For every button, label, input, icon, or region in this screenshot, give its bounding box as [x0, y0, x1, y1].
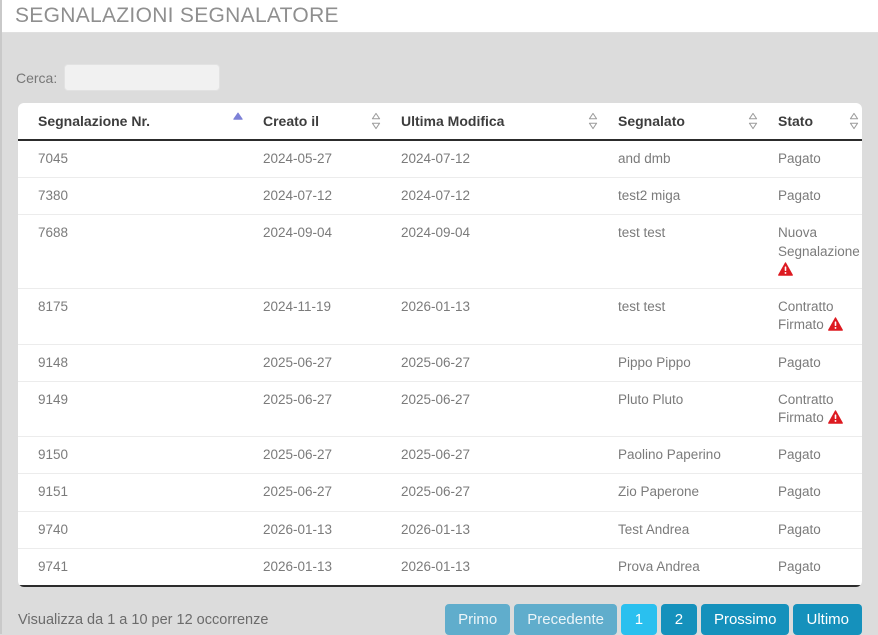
cell-segnalazione-nr: 7688: [18, 214, 255, 289]
cell-creato-il: 2024-07-12: [255, 177, 393, 215]
table-row[interactable]: 8175 2024-11-19 2026-01-13 test test Con…: [18, 288, 862, 345]
warning-icon: [778, 262, 793, 276]
cell-segnalato: test test: [610, 288, 770, 345]
cell-stato: Pagato: [778, 151, 821, 166]
warning-icon: [827, 410, 843, 424]
table-row[interactable]: 9149 2025-06-27 2025-06-27 Pluto Pluto C…: [18, 380, 862, 437]
cell-segnalato: Pluto Pluto: [610, 380, 770, 437]
cell-segnalato: Zio Paperone: [610, 473, 770, 512]
cell-creato-il: 2025-06-27: [255, 436, 393, 474]
cell-segnalazione-nr: 7045: [38, 151, 69, 166]
table-card: Segnalazione Nr. Creato il Ultima Modifi…: [18, 103, 862, 588]
cell-ultima-modifica: 2024-09-04: [393, 214, 610, 289]
table-row[interactable]: 7380 2024-07-12 2024-07-12 test2 miga Pa…: [18, 177, 862, 215]
cell-stato: Pagato: [770, 436, 862, 474]
cell-creato-il: 2024-11-19: [255, 288, 393, 345]
search-input[interactable]: [64, 64, 221, 91]
cell-creato-il: 2024-05-27: [263, 151, 333, 166]
warning-icon: [827, 317, 843, 332]
column-header-segnalato[interactable]: Segnalato: [610, 103, 770, 141]
table-row[interactable]: 9148 2025-06-27 2025-06-27 Pippo Pippo P…: [18, 343, 862, 382]
cell-ultima-modifica: 2026-01-13: [393, 547, 610, 587]
cell-ultima-modifica: 2025-06-27: [393, 473, 610, 512]
main-content: Cerca: Segnalazione Nr. Creato il Ultima…: [2, 64, 878, 635]
cell-segnalato: test2 miga: [610, 177, 770, 215]
pagination: Primo Precedente 1 2 Prossimo Ultimo: [441, 604, 862, 635]
page-title: SEGNALAZIONI SEGNALATORE: [15, 4, 339, 27]
column-header-segnalazione-nr[interactable]: Segnalazione Nr.: [18, 103, 255, 141]
pagination-ultimo[interactable]: Ultimo: [793, 604, 862, 635]
cell-segnalato: Test Andrea: [610, 510, 770, 549]
cell-segnalazione-nr: 9741: [18, 547, 255, 587]
cell-stato: Pagato: [770, 177, 862, 215]
cell-segnalazione-nr: 7380: [18, 177, 255, 215]
cell-ultima-modifica: 2026-01-13: [393, 288, 610, 345]
pagination-primo[interactable]: Primo: [445, 604, 511, 635]
cell-stato: Pagato: [770, 343, 862, 382]
pagination-prossimo[interactable]: Prossimo: [700, 604, 790, 635]
cell-creato-il: 2026-01-13: [255, 547, 393, 587]
table-row[interactable]: 7045 2024-05-27 2024-07-12 and dmb Pagat…: [18, 140, 862, 178]
sort-icon: [371, 112, 381, 130]
cell-stato: Nuova Segnalazione: [770, 214, 862, 289]
segnalazioni-table: Segnalazione Nr. Creato il Ultima Modifi…: [18, 103, 862, 588]
cell-segnalazione-nr: 9148: [18, 343, 255, 382]
column-header-ultima-modifica[interactable]: Ultima Modifica: [393, 103, 610, 141]
cell-segnalazione-nr: 9149: [18, 380, 255, 437]
cell-stato: Contratto Firmato: [770, 380, 862, 437]
pagination-precedente[interactable]: Precedente: [514, 604, 617, 635]
cell-stato: Pagato: [770, 473, 862, 512]
cell-segnalato: test test: [610, 214, 770, 289]
results-info: Visualizza da 1 a 10 per 12 occorrenze: [18, 611, 269, 628]
cell-creato-il: 2025-06-27: [255, 343, 393, 382]
cell-stato: Pagato: [770, 510, 862, 549]
cell-segnalazione-nr: 9740: [18, 510, 255, 549]
cell-creato-il: 2025-06-27: [255, 473, 393, 512]
cell-stato: Contratto Firmato: [770, 288, 862, 345]
cell-ultima-modifica: 2025-06-27: [393, 380, 610, 437]
cell-segnalazione-nr: 8175: [18, 288, 255, 345]
column-header-stato[interactable]: Stato: [770, 103, 862, 141]
cell-segnalato: Prova Andrea: [610, 547, 770, 587]
search-row: Cerca:: [16, 64, 862, 91]
cell-creato-il: 2025-06-27: [255, 380, 393, 437]
sort-icon: [748, 112, 758, 130]
sort-icon: [588, 112, 598, 130]
cell-segnalazione-nr: 9150: [18, 436, 255, 474]
table-footer: Visualizza da 1 a 10 per 12 occorrenze P…: [18, 604, 862, 635]
pagination-2[interactable]: 2: [660, 604, 697, 635]
table-body: 7045 2024-05-27 2024-07-12 and dmb Pagat…: [18, 140, 862, 587]
table-header-row: Segnalazione Nr. Creato il Ultima Modifi…: [18, 103, 862, 141]
cell-segnalato: Pippo Pippo: [610, 343, 770, 382]
cell-ultima-modifica: 2025-06-27: [393, 343, 610, 382]
cell-ultima-modifica: 2026-01-13: [393, 510, 610, 549]
column-header-creato-il[interactable]: Creato il: [255, 103, 393, 141]
cell-ultima-modifica: 2025-06-27: [393, 436, 610, 474]
table-row[interactable]: 9150 2025-06-27 2025-06-27 Paolino Paper…: [18, 436, 862, 474]
sort-icon: [233, 112, 243, 130]
search-label: Cerca:: [16, 69, 58, 86]
cell-ultima-modifica: 2024-07-12: [401, 151, 471, 166]
cell-segnalato: Paolino Paperino: [610, 436, 770, 474]
cell-creato-il: 2026-01-13: [255, 510, 393, 549]
cell-segnalazione-nr: 9151: [18, 473, 255, 512]
cell-segnalato: and dmb: [618, 151, 671, 166]
cell-ultima-modifica: 2024-07-12: [393, 177, 610, 215]
table-row[interactable]: 9741 2026-01-13 2026-01-13 Prova Andrea …: [18, 547, 862, 587]
table-row[interactable]: 9151 2025-06-27 2025-06-27 Zio Paperone …: [18, 473, 862, 512]
table-row[interactable]: 7688 2024-09-04 2024-09-04 test test Nuo…: [18, 214, 862, 289]
title-bar: SEGNALAZIONI SEGNALATORE: [2, 0, 878, 33]
cell-creato-il: 2024-09-04: [255, 214, 393, 289]
sort-icon: [849, 112, 859, 130]
pagination-1[interactable]: 1: [620, 604, 657, 635]
table-row[interactable]: 9740 2026-01-13 2026-01-13 Test Andrea P…: [18, 510, 862, 549]
cell-stato: Pagato: [770, 547, 862, 587]
